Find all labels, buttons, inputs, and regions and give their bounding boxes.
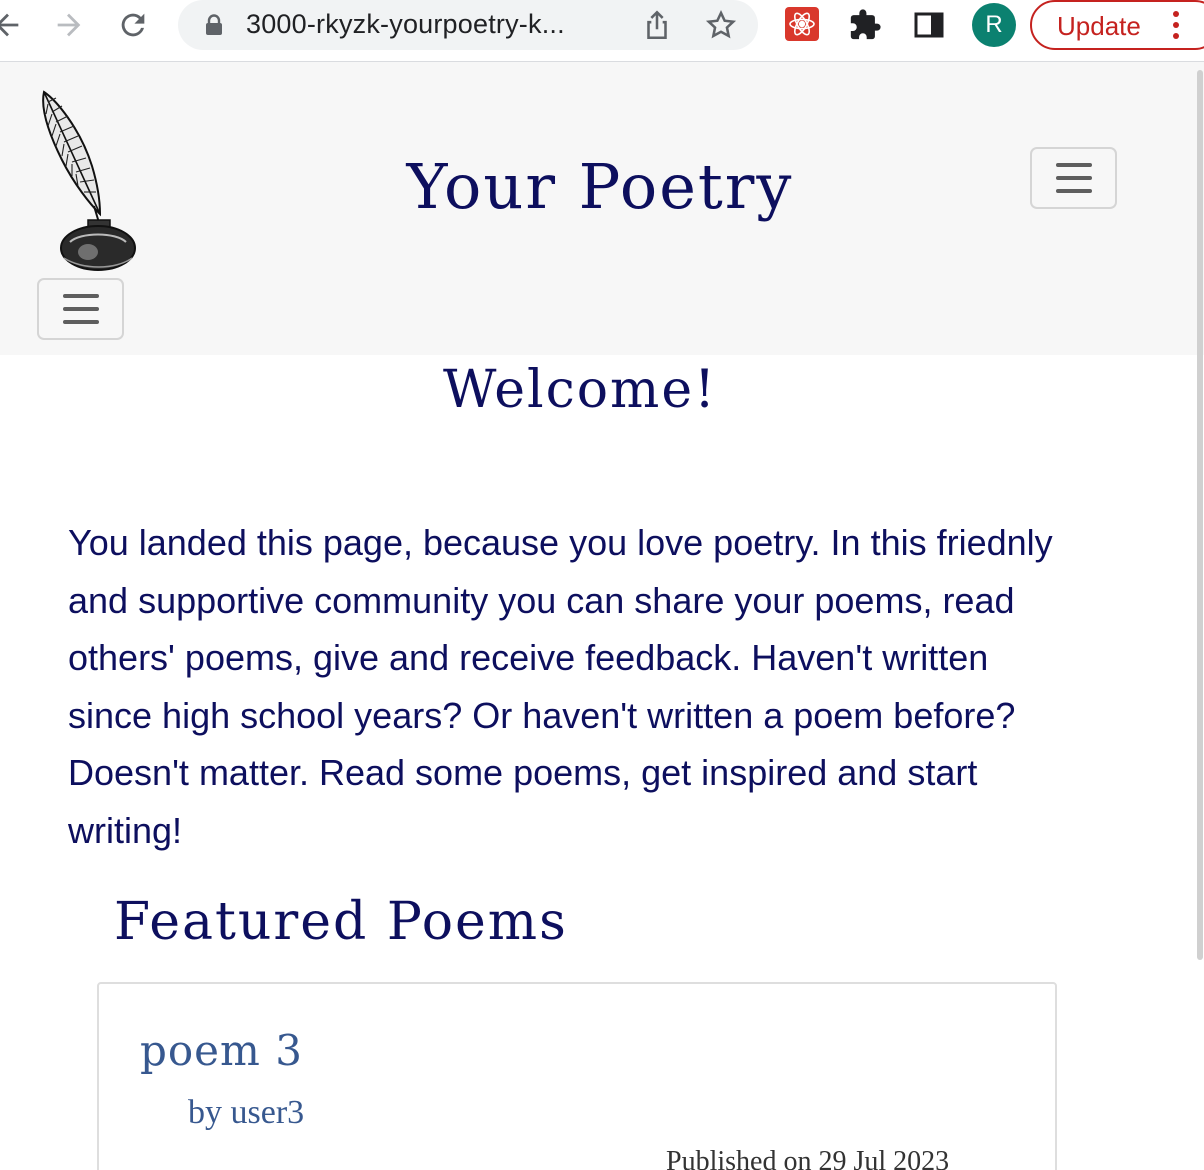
poem-author-link[interactable]: by user3 [188,1094,304,1132]
share-icon[interactable] [640,8,674,42]
page-scrollbar[interactable] [1196,62,1204,962]
poem-published-date: Published on 29 Jul 2023 [666,1146,950,1170]
react-devtools-extension-icon[interactable] [785,7,819,41]
profile-avatar[interactable]: R [972,3,1016,47]
navbar-toggler-button[interactable] [1030,147,1117,209]
update-label: Update [1057,11,1141,41]
forward-arrow-icon[interactable] [52,8,86,42]
browser-toolbar: 3000-rkyzk-yourpoetry-k... R Update [0,0,1204,62]
quill-inkwell-logo[interactable] [34,88,138,272]
side-panel-icon[interactable] [912,8,946,42]
welcome-heading: Welcome! [442,360,718,420]
reload-icon[interactable] [116,8,150,42]
poem-card[interactable] [97,982,1057,1170]
site-title[interactable]: Your Poetry [300,150,900,223]
update-button[interactable]: Update [1030,0,1204,50]
url-text[interactable]: 3000-rkyzk-yourpoetry-k... [246,9,565,40]
lock-icon [206,14,222,35]
poem-title-link[interactable]: poem 3 [140,1026,303,1075]
back-arrow-icon[interactable] [0,8,24,42]
featured-poems-heading: Featured Poems [114,892,568,952]
address-bar[interactable]: 3000-rkyzk-yourpoetry-k... [178,0,758,50]
extensions-puzzle-icon[interactable] [848,8,882,42]
intro-paragraph: You landed this page, because you love p… [68,522,1053,851]
scrollbar-thumb[interactable] [1197,70,1203,960]
site-header: Your Poetry [0,62,1204,355]
navbar-toggler-button-secondary[interactable] [37,278,124,340]
bookmark-star-icon[interactable] [704,8,738,42]
more-menu-icon[interactable] [1170,11,1182,41]
